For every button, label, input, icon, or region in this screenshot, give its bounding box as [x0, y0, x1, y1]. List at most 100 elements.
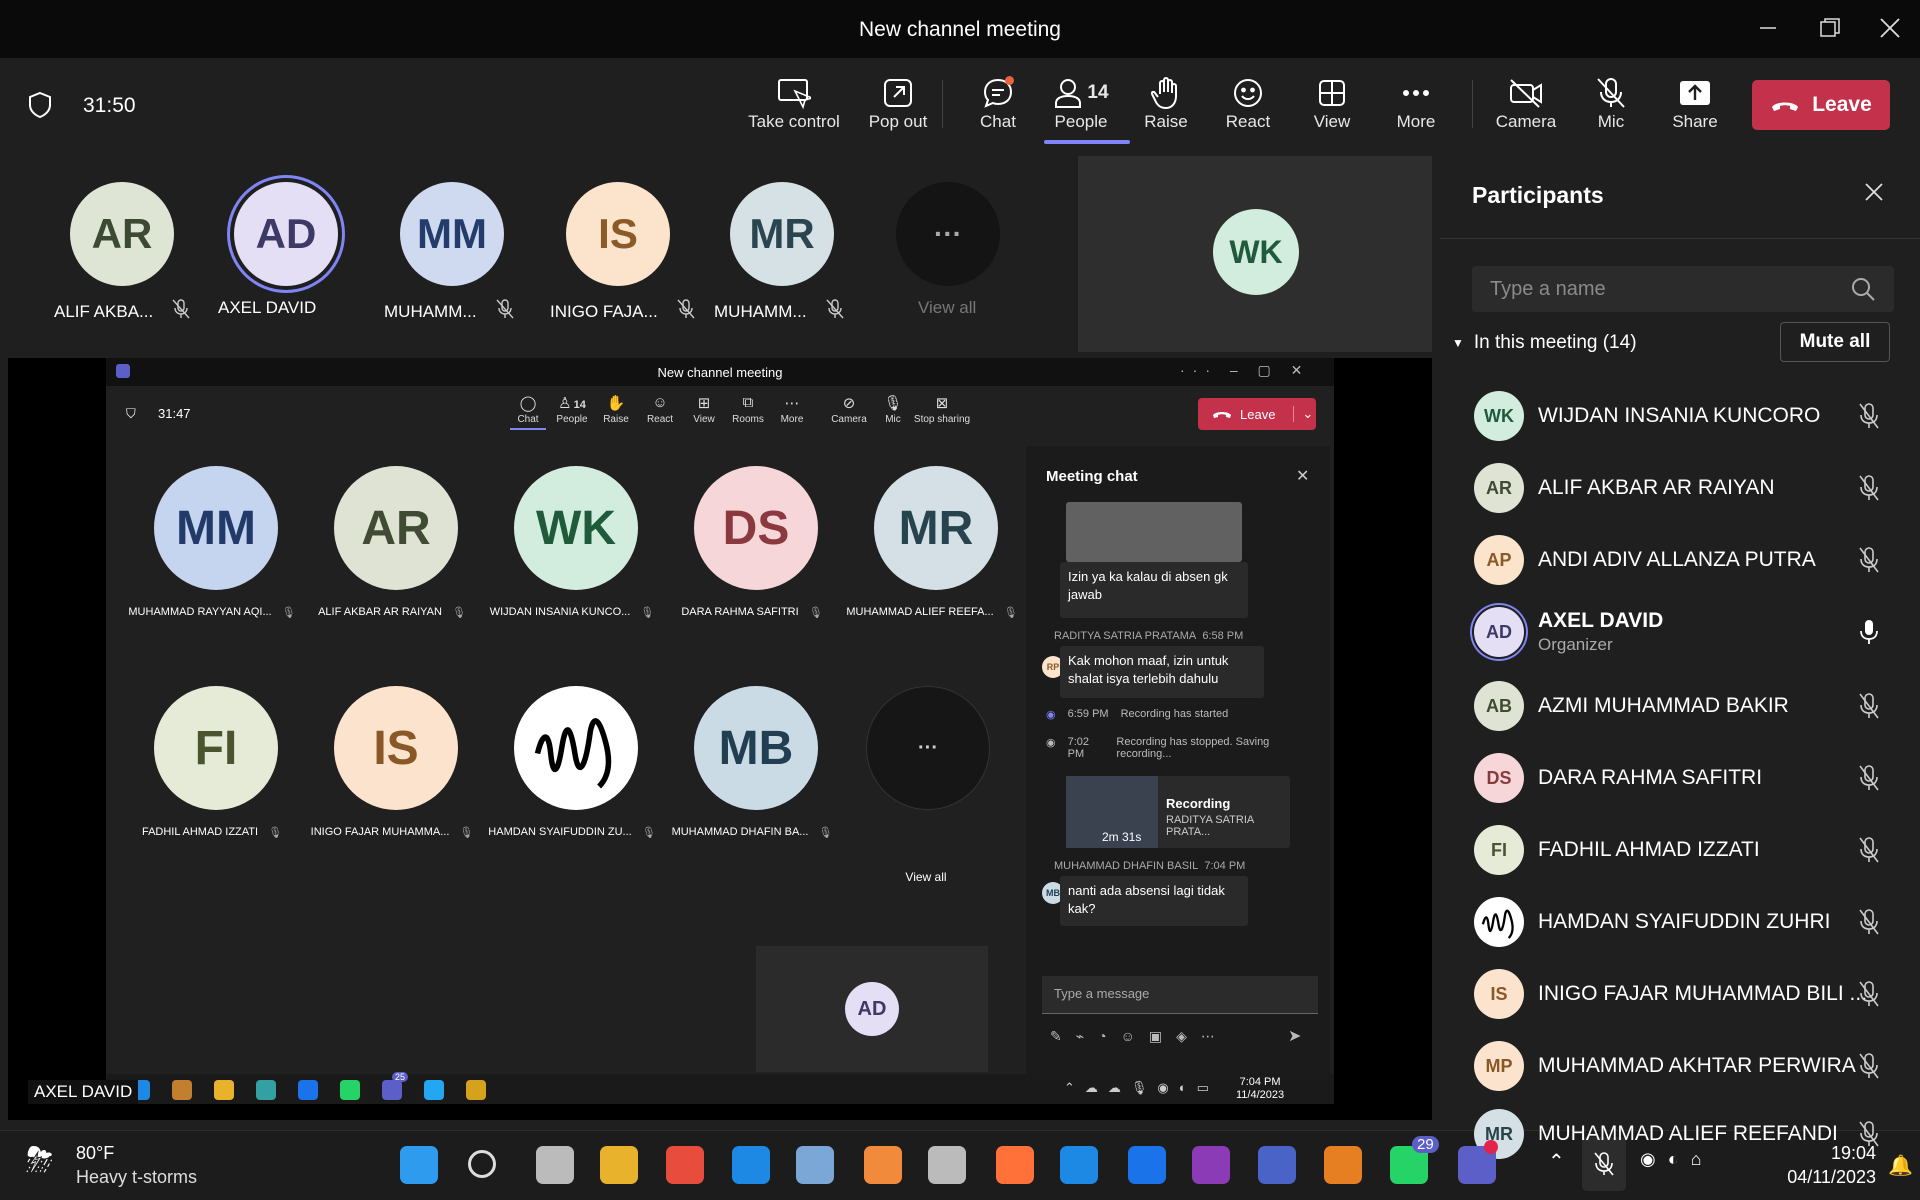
- recording-duration: 2m 31s: [1102, 830, 1142, 844]
- participant-info: MUHAMMAD ALIEF REEFANDI: [1538, 1122, 1838, 1146]
- mic-off-icon[interactable]: [1858, 546, 1880, 579]
- participant-row[interactable]: IS INIGO FAJAR MUHAMMAD BILI ...: [1474, 966, 1867, 1022]
- task-view-icon[interactable]: [536, 1146, 574, 1184]
- calendar-icon[interactable]: [1128, 1146, 1166, 1184]
- participant-avatar[interactable]: AD: [234, 182, 338, 286]
- search-icon[interactable]: [468, 1150, 496, 1178]
- shared-leave-button[interactable]: Leave ⌄: [1198, 398, 1316, 430]
- participant-row[interactable]: MR MUHAMMAD ALIEF REEFANDI: [1474, 1106, 1838, 1162]
- participant-row[interactable]: FI FADHIL AHMAD IZZATI: [1474, 822, 1760, 878]
- whatsapp-icon[interactable]: 29: [1390, 1136, 1439, 1184]
- people-button[interactable]: 14 People: [1044, 74, 1130, 144]
- mic-off-icon[interactable]: [1858, 692, 1880, 725]
- mic-button[interactable]: Mic: [1586, 74, 1636, 132]
- store-icon[interactable]: [666, 1146, 704, 1184]
- powerapps-icon[interactable]: [1258, 1146, 1296, 1184]
- self-video-tile[interactable]: WK: [1078, 156, 1432, 352]
- leave-button[interactable]: Leave: [1752, 80, 1890, 130]
- camera-button[interactable]: Camera: [1490, 74, 1562, 132]
- file-explorer-icon[interactable]: [600, 1146, 638, 1184]
- obs-icon[interactable]: [928, 1146, 966, 1184]
- participant-row[interactable]: AB AZMI MUHAMMAD BAKIR: [1474, 678, 1789, 734]
- shared-people-count: 14: [573, 399, 586, 411]
- participant-avatar[interactable]: IS: [566, 182, 670, 286]
- chat-title: Meeting chat: [1046, 468, 1138, 485]
- shared-stop-button: ⊠ Stop sharing: [912, 394, 972, 425]
- mic-off-icon[interactable]: [1858, 1120, 1880, 1153]
- mic-off-icon[interactable]: [1858, 474, 1880, 507]
- search-icon: [1850, 276, 1876, 307]
- chat-message-input[interactable]: Type a message: [1042, 976, 1318, 1014]
- mail-icon[interactable]: [732, 1146, 770, 1184]
- participant-row[interactable]: AR ALIF AKBAR AR RAIYAN: [1474, 460, 1775, 516]
- take-control-button[interactable]: Take control: [746, 74, 842, 132]
- minimize-icon: [1760, 27, 1776, 29]
- send-icon[interactable]: ➤: [1288, 1026, 1301, 1046]
- phone-hangup-icon: [1213, 412, 1231, 418]
- view-button[interactable]: View: [1302, 74, 1362, 132]
- mic-off-icon[interactable]: [1858, 980, 1880, 1013]
- title-bar: New channel meeting: [0, 0, 1920, 58]
- raise-button[interactable]: Raise: [1136, 74, 1196, 132]
- stocks-icon[interactable]: [796, 1146, 834, 1184]
- recording-card[interactable]: 2m 31s Recording RADITYA SATRIA PRATA...: [1066, 776, 1290, 848]
- chat-message: Kak mohon maaf, izin untuk shalat isya t…: [1060, 646, 1264, 698]
- participant-row[interactable]: DS DARA RAHMA SAFITRI: [1474, 750, 1762, 806]
- shared-participant-avatar: MM: [154, 466, 278, 590]
- stop-icon: ⊠: [935, 395, 949, 412]
- participant-avatar[interactable]: MR: [730, 182, 834, 286]
- pop-out-button[interactable]: Pop out: [858, 74, 938, 132]
- mic-on-icon[interactable]: [1858, 618, 1880, 651]
- close-icon: [1865, 183, 1883, 201]
- shared-leave-label: Leave: [1240, 406, 1276, 422]
- shared-tray-icons: ⌃☁☁🎙◉◐▭: [1064, 1080, 1219, 1095]
- share-button[interactable]: Share: [1666, 74, 1724, 132]
- mic-off-icon[interactable]: [1858, 764, 1880, 797]
- react-button[interactable]: React: [1218, 74, 1278, 132]
- close-icon[interactable]: ✕: [1296, 466, 1309, 486]
- mic-off-icon[interactable]: [1858, 402, 1880, 435]
- vscode-icon[interactable]: [1060, 1146, 1098, 1184]
- restore-button[interactable]: [1808, 10, 1852, 46]
- more-button[interactable]: More: [1386, 74, 1446, 132]
- participant-avatar[interactable]: AR: [70, 182, 174, 286]
- mic-off-icon[interactable]: [1858, 908, 1880, 941]
- sublime-icon[interactable]: [1324, 1146, 1362, 1184]
- firefox-icon[interactable]: [996, 1146, 1034, 1184]
- onenote-icon[interactable]: [1192, 1146, 1230, 1184]
- start-icon[interactable]: [400, 1146, 438, 1184]
- react-label: React: [1225, 112, 1271, 131]
- participant-row[interactable]: AD AXEL DAVID Organizer: [1474, 604, 1663, 660]
- chat-button[interactable]: Chat: [958, 74, 1038, 132]
- shared-stop-label: Stop sharing: [913, 414, 971, 425]
- mute-all-button[interactable]: Mute all: [1780, 322, 1890, 362]
- mic-off-icon[interactable]: [1858, 836, 1880, 869]
- participant-search-input[interactable]: Type a name: [1472, 266, 1894, 312]
- participant-name: DARA RAHMA SAFITRI: [681, 606, 799, 618]
- bell-icon[interactable]: 🔔: [1888, 1153, 1913, 1178]
- chat-time: 6:58 PM: [1202, 630, 1244, 642]
- chat-compose-icons[interactable]: ✎⌁◔☺▣◈⋯: [1050, 1028, 1229, 1045]
- mic-off-icon[interactable]: [1858, 1052, 1880, 1085]
- close-panel-button[interactable]: [1864, 182, 1884, 207]
- participant-avatar[interactable]: MM: [400, 182, 504, 286]
- view-all-button[interactable]: ···: [896, 182, 1000, 286]
- participant-row[interactable]: HAMDAN SYAIFUDDIN ZUHRI: [1474, 894, 1830, 950]
- participant-info: INIGO FAJAR MUHAMMAD BILI ...: [1538, 982, 1867, 1006]
- pdf-icon[interactable]: [864, 1146, 902, 1184]
- close-window-button[interactable]: [1868, 10, 1912, 46]
- teams-icon[interactable]: [1458, 1140, 1498, 1184]
- participant-name: ALIF AKBAR AR RAIYAN: [1538, 476, 1775, 499]
- shared-participant-label: WIJDAN INSANIA KUNCO... 🎙: [482, 606, 662, 619]
- in-meeting-section-toggle[interactable]: ▼ In this meeting (14): [1452, 332, 1637, 354]
- mic-off-icon: [1597, 78, 1625, 108]
- shared-clock-time: 7:04 PM: [1239, 1076, 1281, 1088]
- chat-notification-dot: [1005, 76, 1014, 85]
- pop-out-label: Pop out: [868, 112, 928, 131]
- minimize-button[interactable]: [1746, 10, 1790, 46]
- participant-row[interactable]: WK WIJDAN INSANIA KUNCORO: [1474, 388, 1820, 444]
- participant-row[interactable]: MP MUHAMMAD AKHTAR PERWIRA: [1474, 1038, 1856, 1094]
- recording-event-icon: ◉: [1046, 709, 1056, 721]
- participant-info: FADHIL AHMAD IZZATI: [1538, 838, 1760, 862]
- participant-row[interactable]: AP ANDI ADIV ALLANZA PUTRA: [1474, 532, 1816, 588]
